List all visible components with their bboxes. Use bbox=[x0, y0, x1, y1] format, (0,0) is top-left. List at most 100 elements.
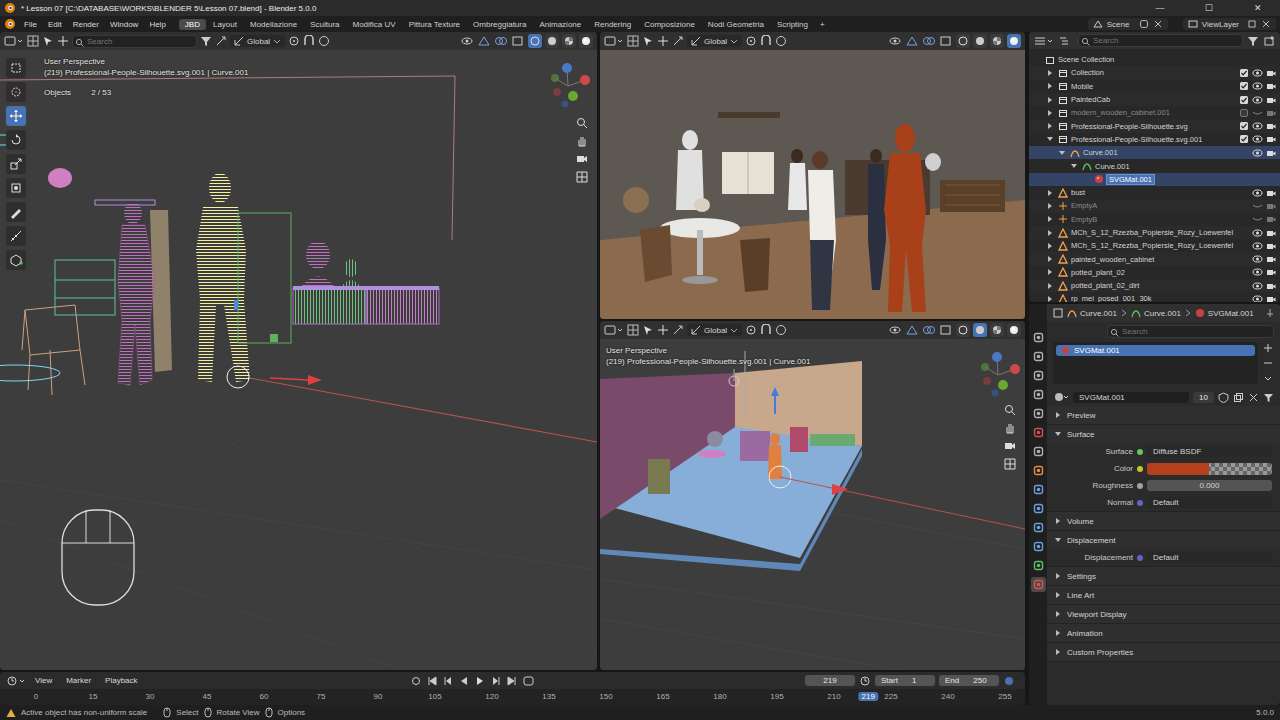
outliner-row[interactable]: PaintedCab bbox=[1029, 93, 1280, 106]
duplicate-icon[interactable] bbox=[1233, 392, 1244, 403]
expanded-arrow-icon[interactable] bbox=[1057, 148, 1067, 158]
collapsed-arrow-icon[interactable] bbox=[1045, 81, 1055, 91]
navigation-gizmo-icon[interactable] bbox=[545, 56, 591, 108]
tool-button[interactable] bbox=[6, 226, 26, 246]
render-camera-icon[interactable] bbox=[1266, 121, 1276, 131]
add-slot-icon[interactable] bbox=[1262, 342, 1274, 354]
property-field[interactable]: Default bbox=[1147, 497, 1272, 508]
render-camera-icon[interactable] bbox=[1266, 241, 1276, 251]
xray-icon[interactable] bbox=[511, 35, 525, 47]
eye-open-icon[interactable] bbox=[1252, 68, 1263, 78]
outliner-row[interactable]: Curve.001 bbox=[1029, 146, 1280, 159]
outliner-row[interactable]: Curve.001 bbox=[1029, 159, 1280, 172]
proportional-icon[interactable] bbox=[775, 35, 787, 47]
collapsed-arrow-icon[interactable] bbox=[1045, 294, 1055, 302]
render-camera-icon[interactable] bbox=[1266, 201, 1276, 211]
camera-view-icon[interactable] bbox=[1003, 439, 1017, 453]
collapsed-arrow-icon[interactable] bbox=[1045, 214, 1055, 224]
shading-button[interactable] bbox=[973, 323, 987, 337]
exclude-checkbox-icon[interactable] bbox=[1239, 108, 1249, 118]
properties-tab[interactable] bbox=[1031, 406, 1046, 421]
proportional-icon[interactable] bbox=[775, 324, 787, 336]
editor-type-icon[interactable] bbox=[4, 35, 24, 47]
outliner-row[interactable]: EmptyB bbox=[1029, 213, 1280, 226]
eye-closed-icon[interactable] bbox=[1252, 214, 1263, 224]
properties-tab[interactable] bbox=[1031, 387, 1046, 402]
eye-open-icon[interactable] bbox=[1252, 254, 1263, 264]
visibility-icon[interactable] bbox=[460, 35, 474, 47]
snap-icon[interactable] bbox=[760, 35, 772, 47]
workspace-tab[interactable]: Layout bbox=[207, 19, 243, 30]
tool-button[interactable] bbox=[6, 130, 26, 150]
visibility-icon[interactable] bbox=[888, 35, 902, 47]
outliner-row[interactable]: MCh_S_12_Rzezba_Popiersie_Rozy_Loewenfel bbox=[1029, 239, 1280, 252]
material-users-field[interactable]: 10 bbox=[1193, 392, 1214, 403]
grid-view-icon[interactable] bbox=[1003, 457, 1017, 471]
render-camera-icon[interactable] bbox=[1266, 228, 1276, 238]
editor-type-icon[interactable] bbox=[604, 35, 624, 47]
workspace-tab[interactable]: Rendering bbox=[588, 19, 637, 30]
visibility-icon[interactable] bbox=[888, 324, 902, 336]
eye-open-icon[interactable] bbox=[1252, 121, 1263, 131]
add-menu-icon[interactable] bbox=[57, 35, 69, 47]
outliner-row[interactable]: potted_plant_02_dirt bbox=[1029, 279, 1280, 292]
eye-open-icon[interactable] bbox=[1252, 95, 1263, 105]
blender-menu-icon[interactable] bbox=[4, 18, 18, 30]
pan-hand-icon[interactable] bbox=[1003, 421, 1017, 435]
properties-tab[interactable] bbox=[1031, 463, 1046, 478]
workspace-tab[interactable]: Composizione bbox=[638, 19, 701, 30]
shading-button[interactable] bbox=[956, 34, 970, 48]
properties-tab[interactable] bbox=[1031, 558, 1046, 573]
close-icon[interactable] bbox=[1153, 19, 1163, 29]
outliner-editor-icon[interactable] bbox=[1034, 35, 1054, 47]
render-camera-icon[interactable] bbox=[1266, 188, 1276, 198]
scene-selector[interactable]: Scene bbox=[1088, 18, 1168, 30]
collapsed-arrow-icon[interactable] bbox=[1045, 121, 1055, 131]
color-swatch[interactable] bbox=[1147, 463, 1272, 475]
select-menu-icon[interactable] bbox=[642, 324, 654, 336]
xray-icon[interactable] bbox=[939, 35, 953, 47]
collapsed-arrow-icon[interactable] bbox=[1045, 241, 1055, 251]
menu-item[interactable]: Window bbox=[105, 19, 143, 30]
slot-menu-icon[interactable] bbox=[1262, 372, 1274, 384]
shading-button[interactable] bbox=[528, 34, 542, 48]
clock-icon[interactable] bbox=[859, 675, 871, 687]
orientation-dropdown[interactable]: Global bbox=[687, 324, 742, 336]
render-camera-icon[interactable] bbox=[1266, 294, 1276, 302]
workspace-tab[interactable]: Modifica UV bbox=[347, 19, 402, 30]
outliner-search-field[interactable] bbox=[1078, 34, 1243, 47]
workspace-tab[interactable]: Scultura bbox=[304, 19, 345, 30]
scene-wireframe-view[interactable] bbox=[0, 50, 597, 670]
timeline-editor-icon[interactable] bbox=[6, 675, 26, 687]
browse-material-icon[interactable] bbox=[1053, 391, 1069, 403]
panel-header[interactable]: Volume bbox=[1047, 512, 1280, 530]
shading-button[interactable] bbox=[990, 323, 1004, 337]
collapsed-arrow-icon[interactable] bbox=[1045, 254, 1055, 264]
copy-icon[interactable] bbox=[1247, 19, 1257, 29]
render-camera-icon[interactable] bbox=[1266, 68, 1276, 78]
property-field[interactable]: 0.000 bbox=[1147, 480, 1272, 491]
overlay-toggle-icon[interactable] bbox=[922, 324, 936, 336]
window-control-button[interactable]: ☐ bbox=[1187, 3, 1231, 13]
properties-tab[interactable] bbox=[1031, 444, 1046, 459]
outliner-row[interactable]: EmptyA bbox=[1029, 199, 1280, 212]
remove-slot-icon[interactable] bbox=[1262, 357, 1274, 369]
render-camera-icon[interactable] bbox=[1266, 281, 1276, 291]
tool-button[interactable] bbox=[6, 202, 26, 222]
panel-header[interactable]: Preview bbox=[1047, 406, 1280, 424]
render-camera-icon[interactable] bbox=[1266, 148, 1276, 158]
properties-tab[interactable] bbox=[1031, 330, 1046, 345]
eye-open-icon[interactable] bbox=[1252, 281, 1263, 291]
panel-header[interactable]: Custom Properties bbox=[1047, 643, 1280, 661]
viewport-canvas[interactable] bbox=[600, 50, 1025, 319]
solid-scene-view[interactable] bbox=[600, 339, 1025, 670]
collapsed-arrow-icon[interactable] bbox=[1045, 267, 1055, 277]
xray-icon[interactable] bbox=[939, 324, 953, 336]
exclude-checkbox-icon[interactable] bbox=[1239, 68, 1249, 78]
eye-closed-icon[interactable] bbox=[1252, 201, 1263, 211]
eye-open-icon[interactable] bbox=[1252, 81, 1263, 91]
properties-tab[interactable] bbox=[1031, 425, 1046, 440]
end-frame-field[interactable]: End250 bbox=[939, 675, 999, 686]
zoom-icon[interactable] bbox=[575, 116, 589, 130]
new-collection-icon[interactable] bbox=[1263, 35, 1275, 47]
